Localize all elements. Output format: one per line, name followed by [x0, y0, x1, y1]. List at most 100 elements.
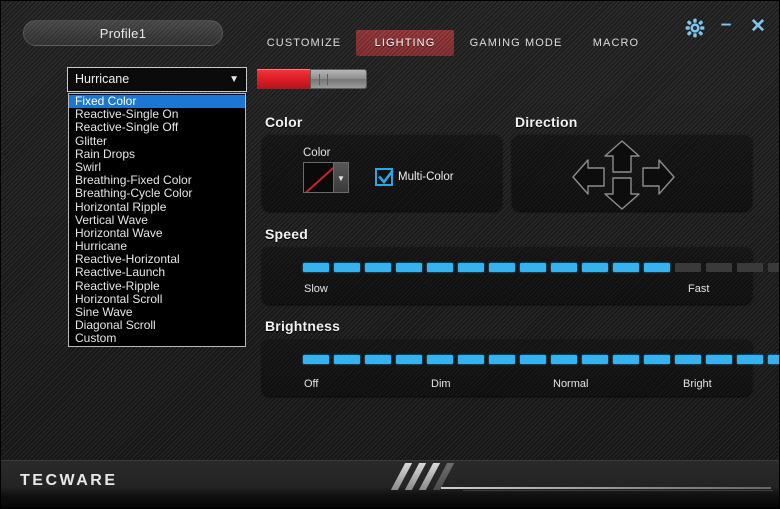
multi-color-label: Multi-Color	[398, 171, 454, 183]
brightness-segment[interactable]	[644, 355, 670, 364]
speed-panel	[262, 246, 752, 304]
direction-right-arrow-icon[interactable]	[640, 157, 676, 197]
minimize-icon[interactable]: –	[716, 15, 736, 39]
brightness-segment[interactable]	[675, 355, 701, 364]
speed-segment[interactable]	[613, 263, 639, 272]
speed-segment[interactable]	[365, 263, 391, 272]
direction-down-arrow-icon[interactable]	[602, 175, 642, 211]
speed-segment[interactable]	[520, 263, 546, 272]
color-picker[interactable]: ▼	[303, 162, 349, 193]
speed-segment[interactable]	[303, 263, 329, 272]
effect-option[interactable]: Reactive-Horizontal	[69, 253, 245, 266]
brightness-segment[interactable]	[737, 355, 763, 364]
tab-customize[interactable]: CUSTOMIZE	[259, 30, 349, 56]
color-swatch-dropdown-button[interactable]: ▼	[334, 162, 349, 193]
effect-option[interactable]: Reactive-Single Off	[69, 121, 245, 134]
effect-option[interactable]: Custom	[69, 332, 245, 345]
effect-option[interactable]: Fixed Color	[69, 95, 245, 109]
brightness-segment[interactable]	[458, 355, 484, 364]
brightness-segment[interactable]	[768, 355, 779, 364]
effect-option[interactable]: Glitter	[69, 135, 245, 148]
speed-segment[interactable]	[644, 263, 670, 272]
effect-option[interactable]: Vertical Wave	[69, 214, 245, 227]
brightness-segment[interactable]	[582, 355, 608, 364]
speed-slider[interactable]	[303, 263, 779, 272]
effect-option[interactable]: Horizontal Scroll	[69, 293, 245, 306]
speed-segment[interactable]	[458, 263, 484, 272]
brightness-segment[interactable]	[396, 355, 422, 364]
speed-segment[interactable]	[768, 263, 779, 272]
speed-segment[interactable]	[396, 263, 422, 272]
brightness-label-dim: Dim	[431, 378, 451, 390]
tab-macro[interactable]: MACRO	[584, 30, 648, 56]
brightness-segment[interactable]	[489, 355, 515, 364]
effect-option[interactable]: Sine Wave	[69, 306, 245, 319]
effect-dropdown-value: Hurricane	[75, 72, 130, 86]
brightness-segment[interactable]	[551, 355, 577, 364]
speed-section-title: Speed	[265, 226, 309, 242]
effect-option[interactable]: Diagonal Scroll	[69, 319, 245, 332]
brightness-label-bright: Bright	[683, 378, 712, 390]
brightness-label-off: Off	[304, 378, 319, 390]
footer-accent-line-secondary	[463, 490, 773, 491]
color-field-label: Color	[303, 147, 331, 159]
effect-option[interactable]: Breathing-Cycle Color	[69, 187, 245, 200]
speed-segment[interactable]	[334, 263, 360, 272]
brand-logo-text: TECWARE	[20, 472, 118, 489]
brightness-segment[interactable]	[613, 355, 639, 364]
brightness-section-title: Brightness	[265, 318, 341, 334]
brightness-panel	[262, 338, 752, 396]
tab-gaming-mode[interactable]: GAMING MODE	[464, 30, 568, 56]
direction-up-arrow-icon[interactable]	[602, 139, 642, 175]
brand-logo: TECWARE	[20, 472, 118, 490]
brightness-segment[interactable]	[334, 355, 360, 364]
color-level-fill	[257, 69, 310, 89]
speed-segment[interactable]	[706, 263, 732, 272]
speed-segment[interactable]	[427, 263, 453, 272]
effect-dropdown[interactable]: Hurricane ▼	[67, 67, 247, 92]
footer-slash-graphic	[390, 463, 466, 490]
effect-option[interactable]: Horizontal Wave	[69, 227, 245, 240]
speed-max-label: Fast	[688, 283, 710, 295]
effect-option[interactable]: Reactive-Ripple	[69, 280, 245, 293]
brightness-segment[interactable]	[303, 355, 329, 364]
brightness-slider[interactable]	[303, 355, 779, 364]
brightness-segment[interactable]	[520, 355, 546, 364]
handle-grip-icon	[319, 74, 328, 85]
chevron-down-icon: ▼	[229, 74, 239, 85]
tab-lighting[interactable]: LIGHTING	[356, 30, 454, 56]
effect-option[interactable]: Reactive-Launch	[69, 266, 245, 279]
effect-option[interactable]: Swirl	[69, 161, 245, 174]
brightness-segment[interactable]	[365, 355, 391, 364]
speed-min-label: Slow	[304, 283, 328, 295]
settings-gear-icon[interactable]	[684, 17, 706, 39]
title-bar: Profile1 CUSTOMIZE LIGHTING GAMING MODE MAC…	[1, 1, 779, 59]
brightness-segment[interactable]	[427, 355, 453, 364]
color-section-title: Color	[265, 114, 303, 130]
multi-color-checkbox[interactable]	[375, 168, 394, 186]
close-icon[interactable]: ✕	[748, 17, 768, 39]
speed-segment[interactable]	[737, 263, 763, 272]
speed-segment[interactable]	[551, 263, 577, 272]
footer-accent-line	[441, 487, 771, 489]
effect-option[interactable]: Breathing-Fixed Color	[69, 174, 245, 187]
brightness-segment[interactable]	[706, 355, 732, 364]
profile-tab[interactable]: Profile1	[23, 20, 223, 46]
color-level-slider[interactable]	[257, 69, 367, 89]
color-swatch[interactable]	[303, 162, 334, 193]
no-color-slash-icon	[305, 163, 333, 192]
effect-option[interactable]: Reactive-Single On	[69, 108, 245, 121]
effect-listbox[interactable]: Fixed Color Reactive-Single On Reactive-Si…	[68, 93, 246, 347]
effect-option[interactable]: Horizontal Ripple	[69, 201, 245, 214]
brightness-label-normal: Normal	[553, 378, 589, 390]
color-level-handle[interactable]	[310, 69, 367, 89]
speed-segment[interactable]	[675, 263, 701, 272]
footer-bar: TECWARE	[1, 460, 779, 508]
speed-segment[interactable]	[582, 263, 608, 272]
application-window: Profile1 CUSTOMIZE LIGHTING GAMING MODE MAC…	[0, 0, 780, 509]
direction-left-arrow-icon[interactable]	[571, 157, 607, 197]
speed-segment[interactable]	[489, 263, 515, 272]
multi-color-checkbox-row[interactable]: Multi-Color	[375, 168, 454, 186]
effect-option[interactable]: Rain Drops	[69, 148, 245, 161]
effect-option[interactable]: Hurricane	[69, 240, 245, 253]
